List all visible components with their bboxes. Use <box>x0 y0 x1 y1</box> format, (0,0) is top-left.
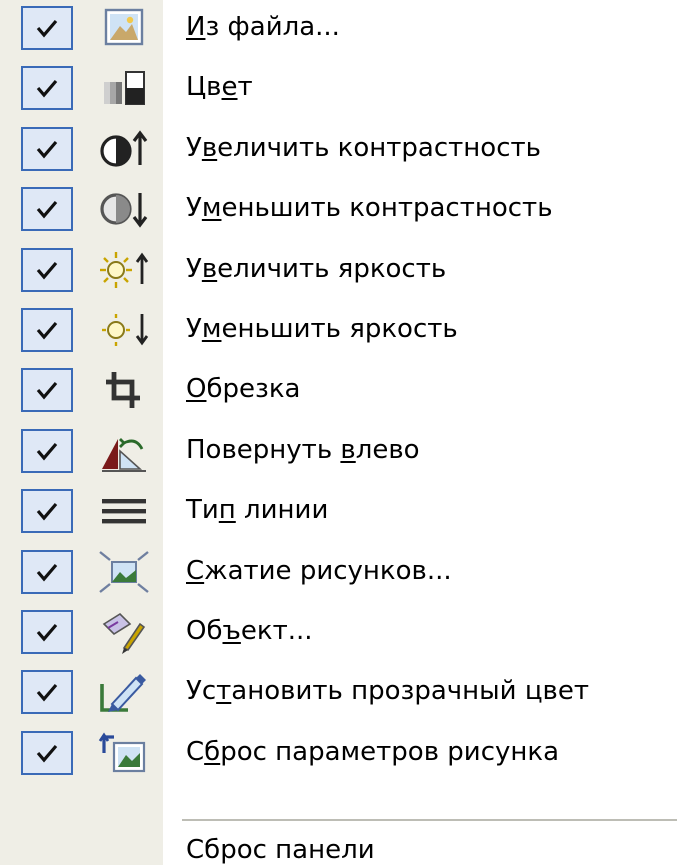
menu-item-checkbox[interactable] <box>21 730 73 775</box>
more-brightness-icon <box>96 246 152 294</box>
menu-item-label: Сброс параметров рисунка <box>186 736 560 767</box>
checkmark-icon <box>36 19 58 38</box>
reset-picture-icon <box>96 729 152 777</box>
menu-item-checkbox[interactable] <box>21 187 73 232</box>
menu-item[interactable]: Уменьшить яркость <box>0 300 677 360</box>
menu-item[interactable]: Объект... <box>0 602 677 662</box>
menu-item[interactable]: Цвет <box>0 58 677 118</box>
checkmark-icon <box>36 563 58 582</box>
menu-item-label: Объект... <box>186 616 313 646</box>
menu-item-checkbox[interactable] <box>21 66 73 111</box>
rotate-left-icon <box>96 427 152 475</box>
menu-item-checkbox[interactable] <box>21 308 73 352</box>
crop-icon <box>96 366 152 414</box>
more-contrast-icon <box>96 125 152 173</box>
menu-item-checkbox[interactable] <box>21 6 73 50</box>
menu-item[interactable]: Повернуть влево <box>0 421 677 481</box>
checkmark-icon <box>36 382 58 400</box>
menu-item-label: Увеличить контрастность <box>186 132 541 163</box>
checkmark-icon <box>36 321 58 340</box>
less-contrast-icon <box>96 185 152 233</box>
menu-item-checkbox[interactable] <box>21 549 73 594</box>
menu-item-checkbox[interactable] <box>21 670 73 715</box>
checkmark-icon <box>36 261 58 280</box>
menu-item[interactable]: Из файла... <box>0 0 677 58</box>
menu-item-label: Установить прозрачный цвет <box>186 676 589 707</box>
line-style-icon <box>96 487 152 535</box>
checkmark-icon <box>36 201 58 219</box>
menu-item-checkbox[interactable] <box>21 610 73 654</box>
less-brightness-icon <box>96 306 152 354</box>
picture-from-file-icon <box>96 4 152 52</box>
menu-item-label: Обрезка <box>186 374 301 405</box>
menu-item-label: Тип линии <box>186 495 329 526</box>
menu-item-label: Сжатие рисунков... <box>186 555 452 586</box>
menu-item[interactable]: Увеличить контрастность <box>0 119 677 179</box>
menu-item-checkbox[interactable] <box>21 428 73 473</box>
format-object-icon <box>96 608 152 656</box>
set-transparent-color-icon <box>96 668 152 716</box>
checkmark-icon <box>36 140 58 159</box>
menu-item-label: Уменьшить яркость <box>186 314 458 344</box>
menu-item[interactable]: Обрезка <box>0 360 677 420</box>
menu-separator <box>182 819 677 821</box>
menu-item[interactable]: Увеличить яркость <box>0 240 677 300</box>
color-icon <box>96 64 152 112</box>
menu-item-checkbox[interactable] <box>21 368 73 413</box>
menu-item[interactable]: Установить прозрачный цвет <box>0 662 677 722</box>
menu-item[interactable]: Тип линии <box>0 481 677 541</box>
checkmark-icon <box>36 503 58 521</box>
menu-item[interactable]: Уменьшить контрастность <box>0 179 677 239</box>
compress-pictures-icon <box>96 548 152 596</box>
menu-item-label: Из файла... <box>186 12 340 42</box>
checkmark-icon <box>36 80 58 98</box>
checkmark-icon <box>36 623 58 642</box>
menu-item-checkbox[interactable] <box>21 126 73 171</box>
menu-item-checkbox[interactable] <box>21 489 73 534</box>
menu-item[interactable]: Сжатие рисунков... <box>0 542 677 602</box>
menu-item-label: Цвет <box>186 72 253 103</box>
menu-item-checkbox[interactable] <box>21 247 73 292</box>
reset-toolbar-menu-item[interactable]: Сброс панели <box>186 833 375 865</box>
toolbar-customize-menu: Из файла... Цвет Увеличить контрастность Ум… <box>0 0 677 865</box>
checkmark-icon <box>36 442 58 461</box>
checkmark-icon <box>36 684 58 702</box>
menu-item-label: Уменьшить контрастность <box>186 193 553 224</box>
menu-item-label: Повернуть влево <box>186 434 420 465</box>
checkmark-icon <box>36 744 58 763</box>
menu-item-label: Увеличить яркость <box>186 253 447 284</box>
menu-item[interactable]: Сброс параметров рисунка <box>0 723 677 783</box>
